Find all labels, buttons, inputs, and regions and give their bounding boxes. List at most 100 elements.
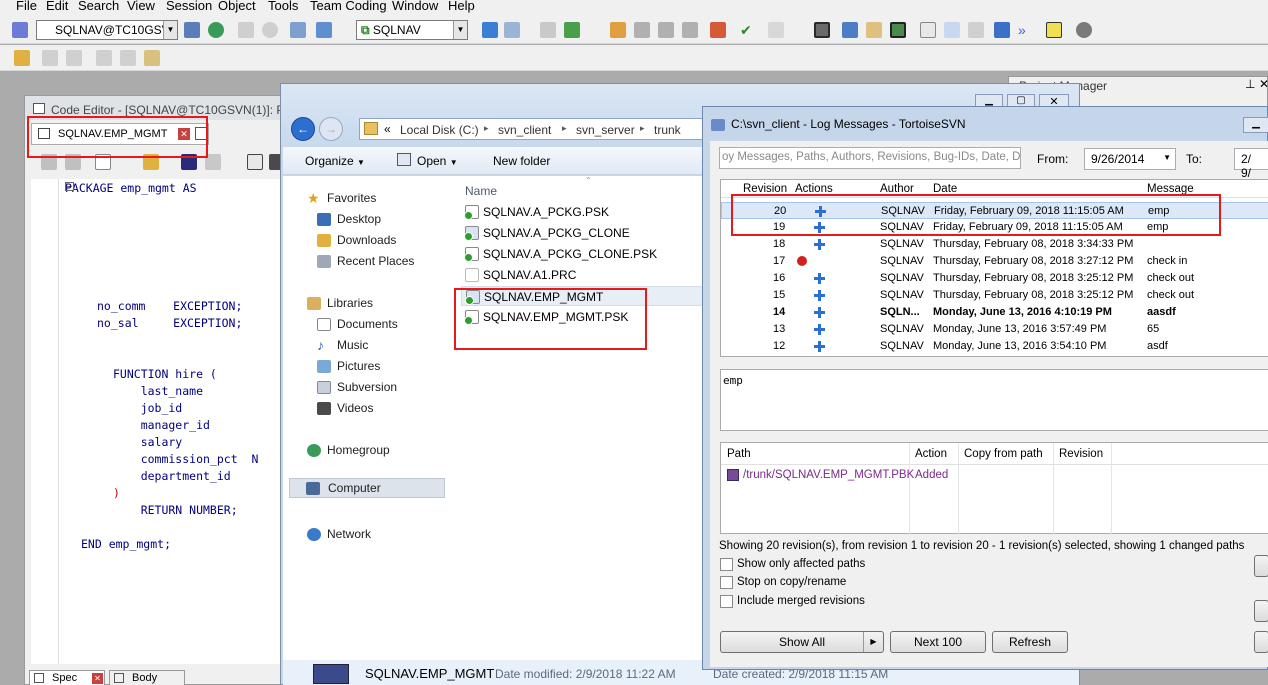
grid-icon[interactable] xyxy=(540,22,556,38)
filter-input[interactable]: oy Messages, Paths, Authors, Revisions, … xyxy=(719,147,1021,169)
chevron-down-icon[interactable]: ▼ xyxy=(453,21,467,39)
next-100-button[interactable]: Next 100 xyxy=(890,631,986,653)
note-icon[interactable] xyxy=(866,22,882,38)
nav-libraries[interactable]: Libraries xyxy=(327,296,373,310)
breadcrumb-item[interactable]: trunk xyxy=(654,123,681,137)
schema-select[interactable]: ⧉ SQLNAV ▼ xyxy=(356,20,468,40)
export-icon[interactable] xyxy=(564,22,580,38)
globe-icon[interactable] xyxy=(208,22,224,38)
tree-icon[interactable] xyxy=(994,22,1010,38)
settings-icon[interactable] xyxy=(1076,22,1092,38)
back-arrow-icon[interactable]: ← xyxy=(291,117,315,141)
connect-icon[interactable] xyxy=(12,22,28,38)
tab-body[interactable]: Body xyxy=(109,670,185,685)
session-icon[interactable] xyxy=(184,22,200,38)
paste2-icon[interactable] xyxy=(144,50,160,66)
close-icon[interactable]: ✕ xyxy=(1259,77,1268,91)
menu-search[interactable]: Search xyxy=(78,0,119,13)
copy-icon[interactable] xyxy=(610,22,626,38)
nav-pictures[interactable]: Pictures xyxy=(337,359,380,373)
refresh-button[interactable]: Refresh xyxy=(992,631,1068,653)
menu-edit[interactable]: Edit xyxy=(46,0,68,13)
tool-icon[interactable] xyxy=(634,22,650,38)
menu-help[interactable]: Help xyxy=(448,0,475,13)
nav-documents[interactable]: Documents xyxy=(337,317,398,331)
revision-row[interactable]: 13 SQLNAV Monday, June 13, 2016 3:57:49 … xyxy=(721,321,1268,338)
to-date-picker[interactable]: 2/ 9/ xyxy=(1234,148,1268,180)
window-icon[interactable] xyxy=(814,22,830,38)
tool2-icon[interactable] xyxy=(658,22,674,38)
check-icon[interactable]: ✔ xyxy=(740,22,756,38)
commit-icon[interactable] xyxy=(290,22,306,38)
revision-row[interactable]: 17 SQLNAV Thursday, February 08, 2018 3:… xyxy=(721,253,1268,270)
changed-paths-list[interactable]: Path Action Copy from path Revision /tru… xyxy=(720,442,1268,535)
tool3-icon[interactable] xyxy=(682,22,698,38)
close-icon[interactable]: ✕ xyxy=(92,673,103,684)
menu-tools[interactable]: Tools xyxy=(268,0,298,13)
nav-downloads[interactable]: Downloads xyxy=(337,233,396,247)
menu-object[interactable]: Object xyxy=(218,0,256,13)
doc-icon[interactable] xyxy=(920,22,936,38)
file-row[interactable]: SQLNAV.A_PCKG_CLONE xyxy=(461,223,701,243)
organize-button[interactable]: Organize ▼ xyxy=(305,154,365,168)
menu-session[interactable]: Session xyxy=(166,0,212,13)
show-all-button[interactable]: Show All ▶ xyxy=(720,631,884,653)
paste-icon[interactable] xyxy=(768,22,784,38)
list-icon[interactable] xyxy=(968,22,984,38)
menu-team-coding[interactable]: Team Coding xyxy=(310,0,387,13)
new-folder-button[interactable]: New folder xyxy=(493,154,550,168)
menu-file[interactable]: File xyxy=(16,0,37,13)
collapse-icon[interactable]: − xyxy=(65,182,74,191)
format-icon[interactable] xyxy=(247,154,263,170)
nav-favorites[interactable]: Favorites xyxy=(327,191,376,205)
rollback-icon[interactable] xyxy=(316,22,332,38)
breadcrumb-sep-icon[interactable]: ▸ xyxy=(562,123,567,134)
menu-window[interactable]: Window xyxy=(392,0,438,13)
open-button[interactable]: Open ▼ xyxy=(417,154,458,168)
debug-icon[interactable] xyxy=(710,22,726,38)
nav-desktop[interactable]: Desktop xyxy=(337,212,381,226)
menu-view[interactable]: View xyxy=(127,0,155,13)
file-row[interactable]: SQLNAV.A1.PRC xyxy=(461,265,701,285)
explain-icon[interactable] xyxy=(482,22,498,38)
revision-row[interactable]: 12 SQLNAV Monday, June 13, 2016 3:54:10 … xyxy=(721,338,1268,355)
breadcrumb-item[interactable]: svn_server xyxy=(576,123,635,137)
revision-row-current[interactable]: 14 SQLN... Monday, June 13, 2016 4:10:19… xyxy=(721,304,1268,321)
include-merged-checkbox[interactable] xyxy=(720,595,733,608)
col-path-revision[interactable]: Revision xyxy=(1059,445,1103,463)
nav-subversion[interactable]: Subversion xyxy=(337,380,397,394)
revision-row[interactable]: 16 SQLNAV Thursday, February 08, 2018 3:… xyxy=(721,270,1268,287)
breadcrumb-overflow[interactable]: « xyxy=(384,122,391,136)
revision-row[interactable]: 18 SQLNAV Thursday, February 08, 2018 3:… xyxy=(721,236,1268,253)
breadcrumb-sep-icon[interactable]: ▸ xyxy=(640,123,645,134)
breadcrumb-item[interactable]: Local Disk (C:) xyxy=(400,123,479,137)
code-area[interactable]: PACKAGE emp_mgmt AS no_comm EXCEPTION; n… xyxy=(31,179,285,664)
chevron-right-icon[interactable]: ▶ xyxy=(863,632,883,652)
open-folder-icon[interactable] xyxy=(14,50,30,66)
col-path[interactable]: Path xyxy=(727,445,751,463)
nav-music[interactable]: Music xyxy=(337,338,368,352)
message-box[interactable]: emp xyxy=(720,369,1268,431)
breadcrumb-sep-icon[interactable]: ▸ xyxy=(484,123,489,134)
db-icon[interactable] xyxy=(842,22,858,38)
chevron-down-icon[interactable]: ▼ xyxy=(1163,153,1171,162)
path-value[interactable]: /trunk/SQLNAV.EMP_MGMT.PBK xyxy=(743,469,914,481)
monitor-icon[interactable] xyxy=(890,22,906,38)
revision-row[interactable]: 15 SQLNAV Thursday, February 08, 2018 3:… xyxy=(721,287,1268,304)
binary-icon[interactable] xyxy=(504,22,520,38)
help-icon[interactable] xyxy=(1046,22,1062,38)
stop-on-copy-checkbox[interactable] xyxy=(720,576,733,589)
nav-videos[interactable]: Videos xyxy=(337,401,373,415)
column-name-header[interactable]: Name xyxy=(465,184,497,198)
side-button[interactable] xyxy=(1254,600,1268,622)
file-row[interactable]: SQLNAV.A_PCKG.PSK xyxy=(461,202,701,222)
pin-icon[interactable]: ⊥ xyxy=(1245,77,1255,91)
side-button[interactable] xyxy=(1254,555,1268,577)
nav-homegroup[interactable]: Homegroup xyxy=(327,443,390,457)
forward-icon[interactable]: » xyxy=(1018,22,1034,38)
tab-spec[interactable]: Spec ✕ xyxy=(29,670,105,685)
only-affected-checkbox[interactable] xyxy=(720,558,733,571)
col-copy-from[interactable]: Copy from path xyxy=(964,445,1043,463)
file-row[interactable]: SQLNAV.A_PCKG_CLONE.PSK xyxy=(461,244,701,264)
col-action[interactable]: Action xyxy=(915,445,947,463)
